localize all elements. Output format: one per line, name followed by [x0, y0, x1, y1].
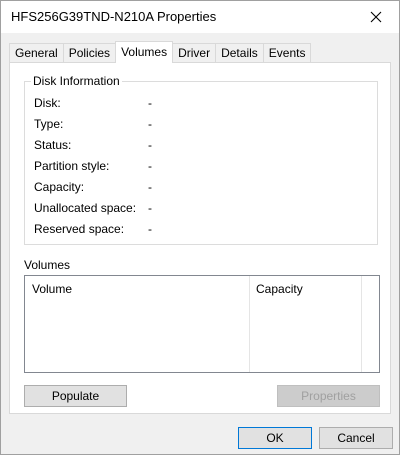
info-label: Type: — [34, 117, 64, 131]
tab-details[interactable]: Details — [215, 43, 264, 63]
info-value: - — [148, 117, 152, 131]
volumes-tab-panel: Disk Information Disk: - Type: - Status:… — [9, 62, 391, 414]
tab-strip: General Policies Volumes Driver Details … — [9, 41, 312, 63]
info-label: Reserved space: — [34, 222, 125, 236]
ok-button[interactable]: OK — [238, 427, 312, 449]
title-bar: HFS256G39TND-N210A Properties — [1, 1, 399, 33]
info-label: Disk: — [34, 96, 61, 110]
disk-information-legend: Disk Information — [31, 74, 122, 88]
column-separator[interactable] — [361, 276, 362, 372]
info-value: - — [148, 138, 152, 152]
dialog-body: General Policies Volumes Driver Details … — [1, 33, 399, 454]
tab-driver[interactable]: Driver — [172, 43, 217, 63]
column-header-capacity[interactable]: Capacity — [249, 276, 303, 302]
info-value: - — [148, 96, 152, 110]
tab-policies[interactable]: Policies — [62, 43, 117, 63]
info-value: - — [148, 159, 152, 173]
close-button[interactable] — [353, 1, 399, 33]
tab-events[interactable]: Events — [262, 43, 312, 63]
cancel-button[interactable]: Cancel — [319, 427, 393, 449]
info-label: Partition style: — [34, 159, 110, 173]
volumes-list[interactable]: Volume Capacity — [24, 275, 380, 373]
populate-button[interactable]: Populate — [24, 385, 127, 407]
properties-window: HFS256G39TND-N210A Properties General Po… — [0, 0, 400, 455]
info-label: Unallocated space: — [34, 201, 137, 215]
window-title: HFS256G39TND-N210A Properties — [11, 9, 217, 24]
info-value: - — [148, 222, 152, 236]
info-value: - — [148, 201, 152, 215]
disk-information-group: Disk Information Disk: - Type: - Status:… — [24, 74, 378, 245]
info-value: - — [148, 180, 152, 194]
tab-general[interactable]: General — [9, 43, 64, 63]
volumes-label: Volumes — [24, 258, 71, 272]
info-label: Capacity: — [34, 180, 85, 194]
properties-button[interactable]: Properties — [277, 385, 380, 407]
column-header-volume[interactable]: Volume — [25, 276, 72, 302]
close-icon — [370, 11, 382, 23]
info-label: Status: — [34, 138, 72, 152]
tab-volumes[interactable]: Volumes — [115, 41, 174, 63]
